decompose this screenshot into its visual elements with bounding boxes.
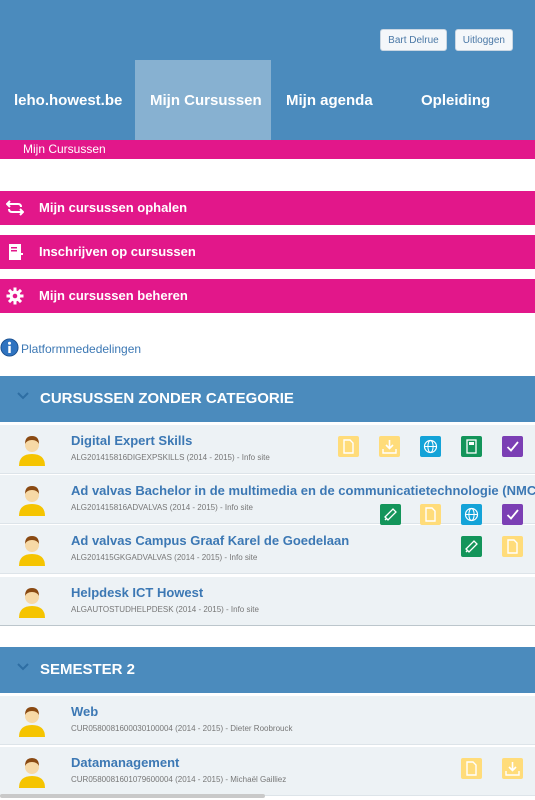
- course-meta: ALG201415GKGADVALVAS (2014 - 2015) - Inf…: [71, 553, 258, 562]
- gear-icon: [6, 287, 24, 305]
- category-title: SEMESTER 2: [40, 661, 136, 678]
- nav-brand-link[interactable]: leho.howest.be: [14, 60, 122, 140]
- download-icon[interactable]: [379, 436, 400, 457]
- course-row: Ad valvas Bachelor in de multimedia en d…: [0, 475, 535, 525]
- user-avatar-icon: [19, 436, 45, 466]
- course-title[interactable]: Helpdesk ICT Howest: [71, 585, 203, 600]
- nav-mijn-agenda[interactable]: Mijn agenda: [286, 60, 373, 140]
- document-icon[interactable]: [420, 504, 441, 525]
- announce-icon[interactable]: [461, 536, 482, 557]
- category-header[interactable]: CURSUSSEN ZONDER CATEGORIE: [0, 376, 535, 422]
- enroll-courses-button[interactable]: Inschrijven op cursussen: [0, 235, 535, 269]
- main-nav: leho.howest.be Mijn Cursussen Mijn agend…: [0, 60, 535, 140]
- course-row: Ad valvas Campus Graaf Karel de Goedelaa…: [0, 525, 535, 574]
- user-avatar-icon: [19, 486, 45, 516]
- course-title[interactable]: Datamanagement: [71, 755, 179, 770]
- top-header: Bart Delrue Uitloggen leho.howest.be Mij…: [0, 0, 535, 140]
- course-title[interactable]: Web: [71, 704, 98, 719]
- nav-opleiding[interactable]: Opleiding: [421, 60, 490, 140]
- fetch-courses-button[interactable]: Mijn cursussen ophalen: [0, 191, 535, 225]
- course-row: Digital Expert Skills ALG201415816DIGEXP…: [0, 425, 535, 474]
- fetch-courses-label: Mijn cursussen ophalen: [39, 200, 188, 215]
- course-title[interactable]: Ad valvas Bachelor in de multimedia en d…: [71, 483, 535, 498]
- breadcrumb-bar: Mijn Cursussen: [0, 140, 535, 159]
- platform-announcements-link[interactable]: Platformmededelingen: [0, 333, 141, 357]
- breadcrumb: Mijn Cursussen: [23, 142, 106, 156]
- checkbox-icon[interactable]: [502, 504, 523, 525]
- course-meta: ALG201415816DIGEXPSKILLS (2014 - 2015) -…: [71, 453, 270, 462]
- category-title: CURSUSSEN ZONDER CATEGORIE: [40, 390, 294, 407]
- document-icon[interactable]: [338, 436, 359, 457]
- platform-announcements-label: Platformmededelingen: [21, 342, 142, 356]
- chevron-down-icon: [17, 392, 29, 400]
- manage-courses-button[interactable]: Mijn cursussen beheren: [0, 279, 535, 313]
- logout-button[interactable]: Uitloggen: [454, 29, 513, 51]
- announce-icon[interactable]: [380, 504, 401, 525]
- user-avatar-icon: [19, 707, 45, 737]
- course-meta: ALGAUTOSTUDHELPDESK (2014 - 2015) - Info…: [71, 605, 259, 614]
- horizontal-scrollbar[interactable]: [0, 794, 265, 798]
- nav-mijn-cursussen[interactable]: Mijn Cursussen: [135, 60, 271, 140]
- course-meta: CUR0580081600030100004 (2014 - 2015) - D…: [71, 724, 293, 733]
- sync-arrows-icon: [6, 200, 24, 216]
- globe-icon[interactable]: [461, 504, 482, 525]
- user-buttons: Bart Delrue Uitloggen: [380, 29, 513, 51]
- course-meta: ALG201415816ADVALVAS (2014 - 2015) - Inf…: [71, 503, 253, 512]
- enroll-courses-label: Inschrijven op cursussen: [39, 244, 196, 259]
- course-meta: CUR0580081601079600004 (2014 - 2015) - M…: [71, 775, 287, 784]
- course-row: Web CUR0580081600030100004 (2014 - 2015)…: [0, 696, 535, 745]
- info-icon: [0, 338, 19, 357]
- checkbox-icon[interactable]: [502, 436, 523, 457]
- document-icon[interactable]: [461, 758, 482, 779]
- user-avatar-icon: [19, 536, 45, 566]
- course-title[interactable]: Digital Expert Skills: [71, 433, 192, 448]
- document-icon[interactable]: [502, 536, 523, 557]
- globe-icon[interactable]: [420, 436, 441, 457]
- user-profile-button[interactable]: Bart Delrue: [380, 29, 447, 51]
- course-row: Helpdesk ICT Howest ALGAUTOSTUDHELPDESK …: [0, 577, 535, 626]
- user-avatar-icon: [19, 588, 45, 618]
- calculator-icon[interactable]: [461, 436, 482, 457]
- chevron-down-icon: [17, 663, 29, 671]
- category-header[interactable]: SEMESTER 2: [0, 647, 535, 693]
- download-icon[interactable]: [502, 758, 523, 779]
- course-row: Datamanagement CUR0580081601079600004 (2…: [0, 747, 535, 796]
- manage-courses-label: Mijn cursussen beheren: [39, 288, 188, 303]
- user-avatar-icon: [19, 758, 45, 788]
- enroll-book-icon: [9, 244, 23, 260]
- course-title[interactable]: Ad valvas Campus Graaf Karel de Goedelaa…: [71, 533, 349, 548]
